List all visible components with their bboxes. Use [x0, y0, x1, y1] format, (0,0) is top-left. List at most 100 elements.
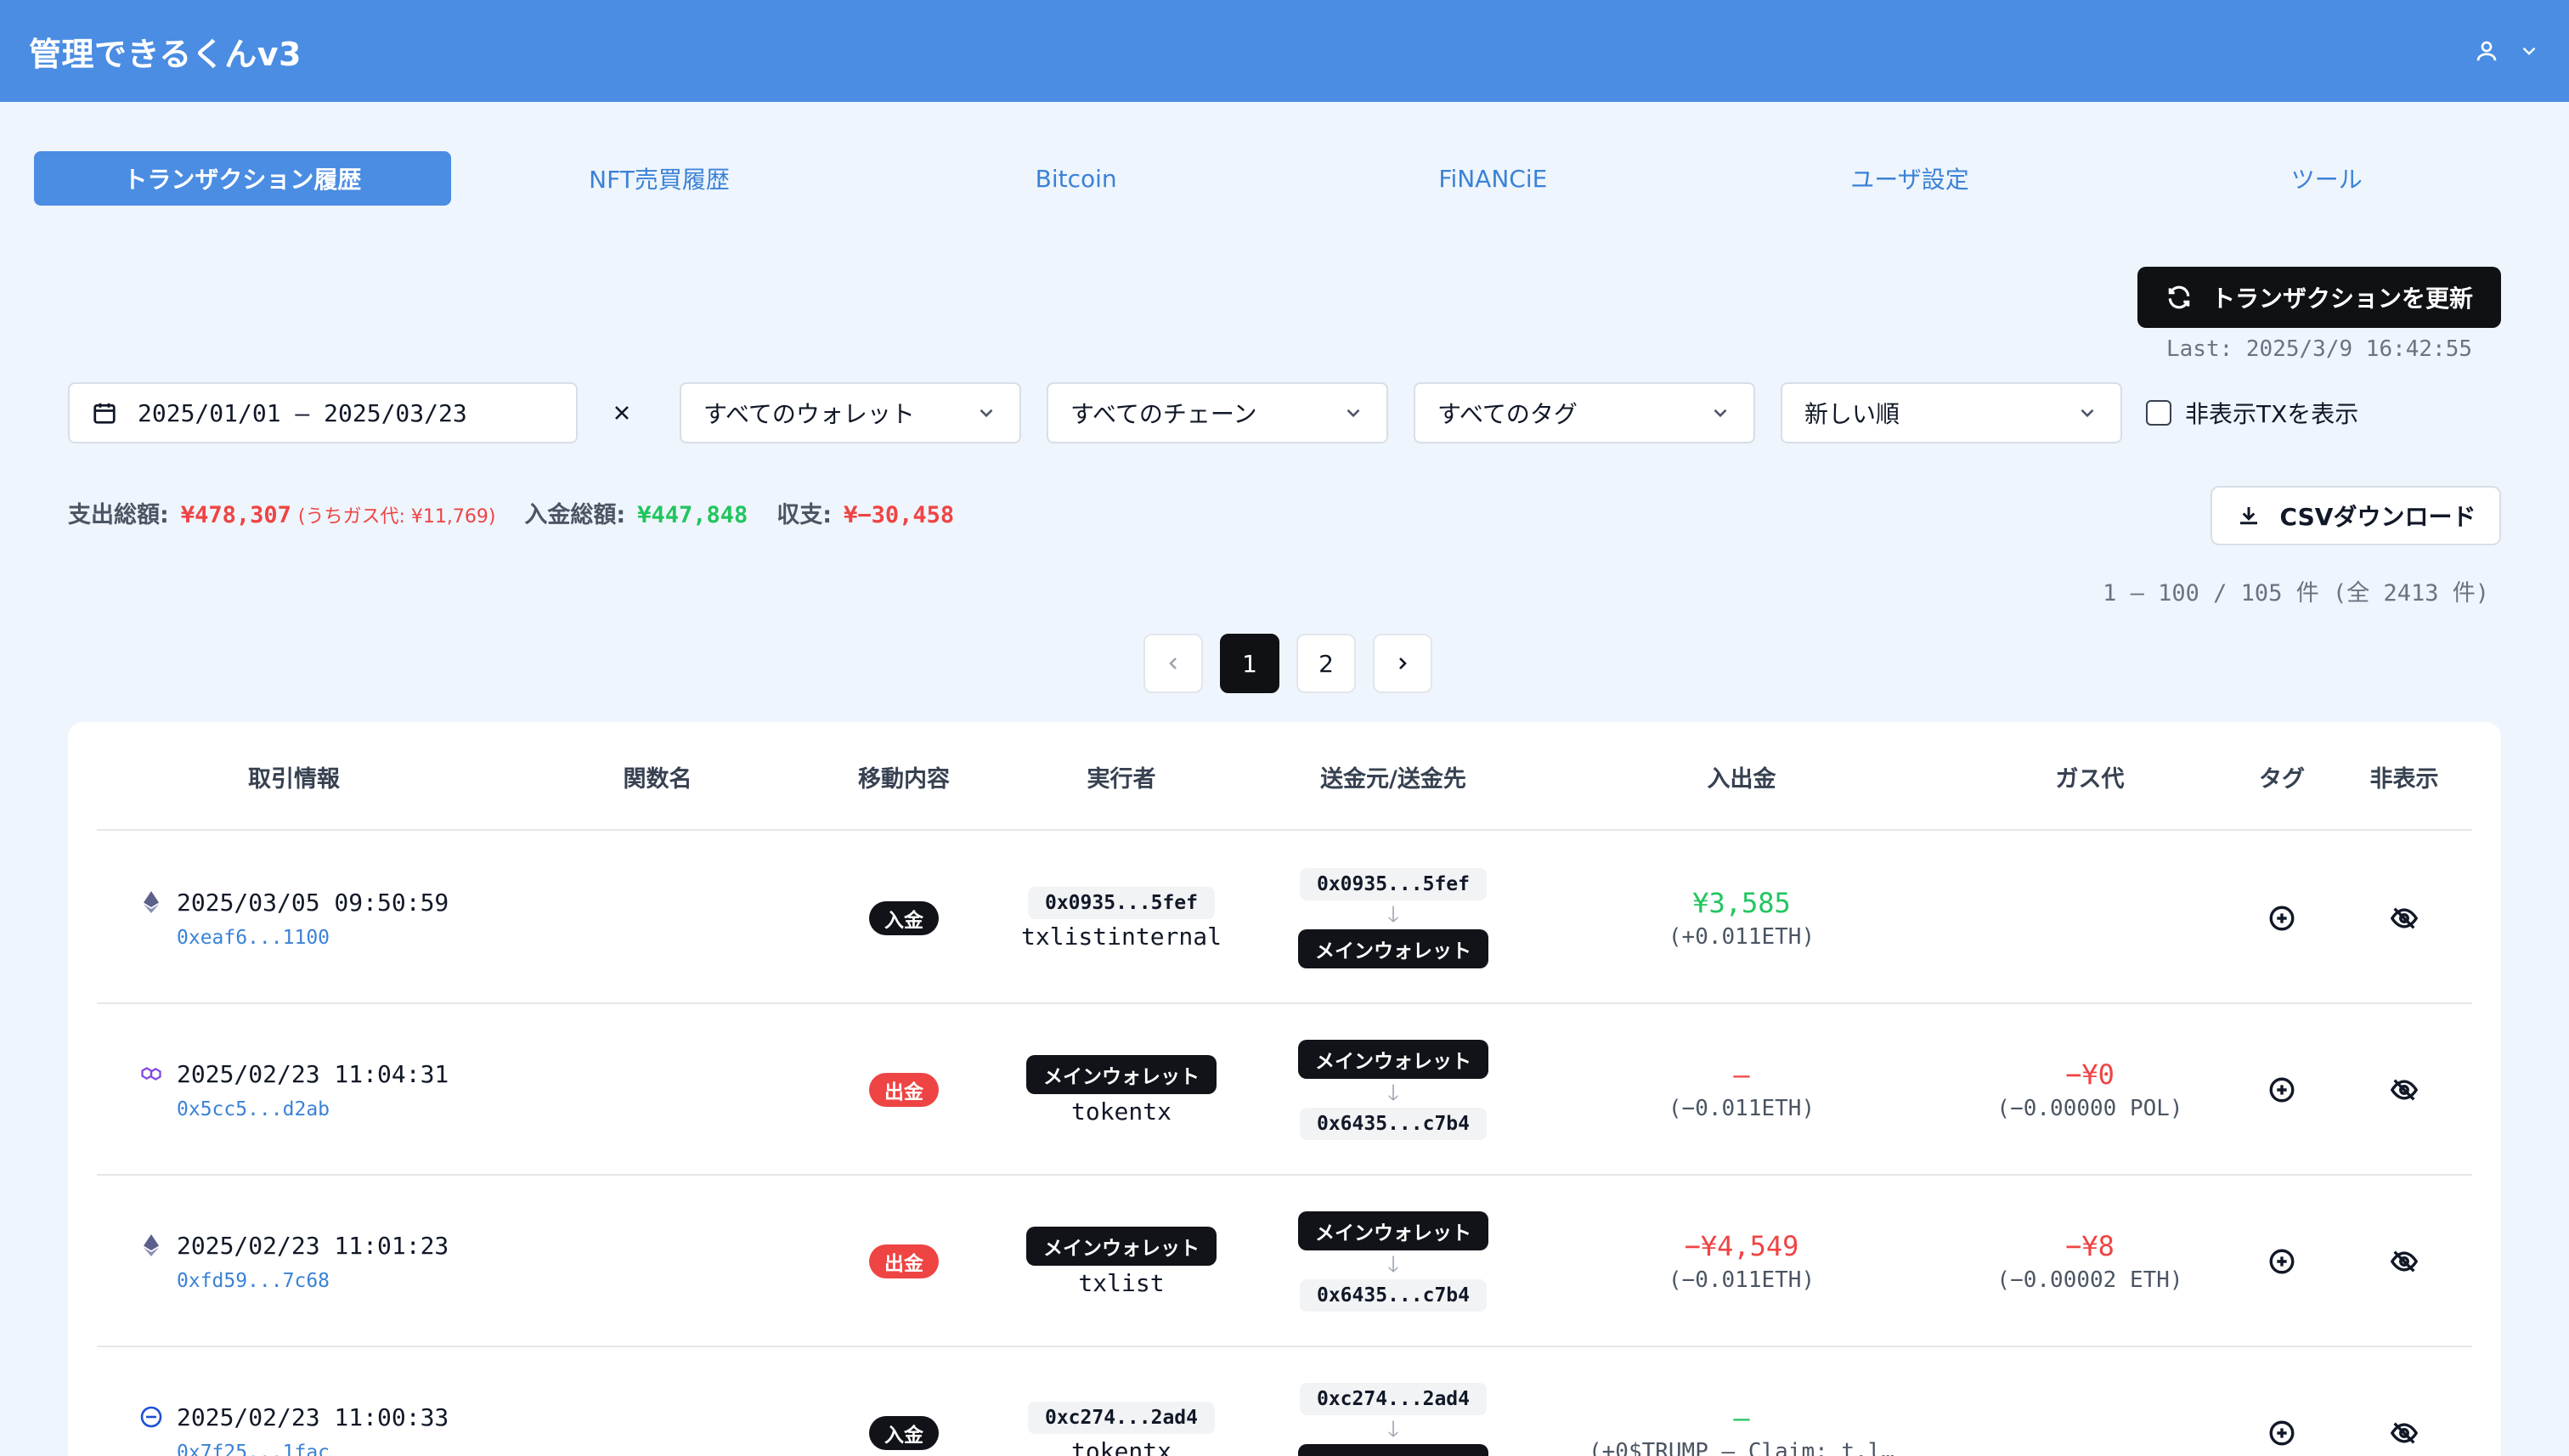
- arrow-down-icon: 🡓: [1387, 1252, 1399, 1278]
- tx-hash-link[interactable]: 0x5cc5...d2ab: [177, 1098, 330, 1120]
- eye-off-icon: [2390, 1079, 2419, 1101]
- tx-info-cell: 2025/02/23 11:01:23 0xfd59...7c68: [139, 1176, 449, 1347]
- table-header: 取引情報 関数名 移動内容 実行者 送金元/送金先 入出金 ガス代 タグ 非表示: [97, 722, 2472, 831]
- amount-detail: (−0.011ETH): [1668, 1096, 1815, 1121]
- refresh-transactions-button[interactable]: トランザクションを更新: [2137, 267, 2501, 328]
- table-row: 2025/02/23 11:01:23 0xfd59...7c68 出金 メイン…: [97, 1176, 2472, 1347]
- col-gas: ガス代: [2055, 765, 2125, 793]
- amount-value: ¥3,585: [1692, 887, 1791, 919]
- gas-value: −¥8: [2065, 1230, 2114, 1262]
- chain-select[interactable]: すべてのチェーン: [1047, 382, 1388, 443]
- from-to-cell: 0x0935...5fef 🡓 メインウォレット: [1298, 832, 1488, 1004]
- eye-off-icon: [2390, 1422, 2419, 1444]
- gas-cell: −¥8 (−0.00002 ETH): [1996, 1176, 2182, 1347]
- gas-detail: (−0.00002 ETH): [1996, 1267, 2183, 1293]
- col-from-to: 送金元/送金先: [1320, 765, 1466, 793]
- tab-financie[interactable]: FiNANCiE: [1284, 151, 1702, 206]
- add-tag-button[interactable]: [2267, 832, 2296, 1004]
- close-icon: [615, 406, 629, 420]
- method-name: tokentx: [1070, 1436, 1172, 1456]
- from-address: 0xc274...2ad4: [1299, 1383, 1487, 1415]
- date-range-picker[interactable]: 2025/01/01 – 2025/03/23: [68, 382, 578, 443]
- direction-badge: 入金: [869, 1416, 939, 1450]
- calendar-icon: [93, 403, 116, 424]
- ethereum-icon: [139, 890, 163, 914]
- amount-cell: ¥3,585 (+0.011ETH): [1668, 832, 1815, 1004]
- wallet-select[interactable]: すべてのウォレット: [680, 382, 1021, 443]
- app-title: 管理できるくんv3: [29, 35, 302, 73]
- amount-detail: (−0.011ETH): [1668, 1267, 1815, 1293]
- user-icon: [2476, 41, 2497, 61]
- tx-hash-link[interactable]: 0xeaf6...1100: [177, 927, 330, 949]
- next-page-button[interactable]: [1373, 634, 1432, 693]
- plus-circle-icon: [2269, 906, 2295, 931]
- csv-download-button[interactable]: CSVダウンロード: [2210, 486, 2501, 545]
- tab-tools[interactable]: ツール: [2118, 151, 2535, 206]
- gas-value: −¥0: [2065, 1058, 2114, 1091]
- to-address: 0x6435...c7b4: [1299, 1108, 1487, 1140]
- show-hidden-checkbox[interactable]: [2146, 400, 2171, 426]
- executor-address: 0x0935...5fef: [1027, 886, 1216, 919]
- chevron-down-icon: [1714, 409, 1727, 418]
- tab-transaction-history[interactable]: トランザクション履歴: [34, 151, 451, 206]
- date-range-value: 2025/01/01 – 2025/03/23: [138, 398, 467, 427]
- direction-badge: 出金: [869, 1073, 939, 1107]
- tx-info-cell: 2025/03/05 09:50:59 0xeaf6...1100: [139, 832, 449, 1004]
- executor-cell: メインウォレット txlist: [1026, 1176, 1217, 1347]
- download-icon: [2239, 507, 2257, 525]
- page-button-1[interactable]: 1: [1220, 634, 1279, 693]
- plus-circle-icon: [2269, 1249, 2295, 1274]
- chevron-right-icon: [1399, 657, 1407, 669]
- tx-datetime: 2025/03/05 09:50:59: [177, 888, 449, 917]
- add-tag-button[interactable]: [2267, 1176, 2296, 1347]
- tx-datetime: 2025/02/23 11:04:31: [177, 1059, 449, 1088]
- chevron-left-icon: [1169, 657, 1177, 669]
- clear-date-button[interactable]: [603, 394, 641, 432]
- sort-select[interactable]: 新しい順: [1781, 382, 2122, 443]
- show-hidden-toggle[interactable]: 非表示TXを表示: [2146, 396, 2358, 430]
- tab-bitcoin[interactable]: Bitcoin: [867, 151, 1284, 206]
- to-wallet-tag: メインウォレット: [1298, 929, 1488, 968]
- tag-select-value: すべてのタグ: [1437, 400, 1578, 428]
- method-name: txlist: [1078, 1268, 1165, 1297]
- tab-nft-trades[interactable]: NFT売買履歴: [451, 151, 868, 206]
- gas-detail: (−0.00000 POL): [1996, 1096, 2183, 1121]
- executor-address: 0xc274...2ad4: [1027, 1401, 1216, 1434]
- tag-select[interactable]: すべてのタグ: [1414, 382, 1755, 443]
- from-wallet-tag: メインウォレット: [1298, 1211, 1488, 1250]
- tx-info-cell: 2025/02/23 11:00:33 0x7f25...1fac: [139, 1347, 449, 1456]
- plus-circle-icon: [2269, 1420, 2295, 1446]
- add-tag-button[interactable]: [2267, 1004, 2296, 1176]
- prev-page-button[interactable]: [1143, 634, 1203, 693]
- plus-circle-icon: [2269, 1077, 2295, 1103]
- amount-cell: – (+0$TRUMP – Claim: t.l…: [1589, 1347, 1894, 1456]
- tx-hash-link[interactable]: 0x7f25...1fac: [177, 1442, 330, 1456]
- last-updated: Last: 2025/3/9 16:42:55: [2165, 336, 2473, 362]
- user-menu[interactable]: [2474, 38, 2540, 64]
- tab-user-settings[interactable]: ユーザ設定: [1702, 151, 2119, 206]
- page-button-2[interactable]: 2: [1296, 634, 1356, 693]
- expense-value: ¥478,307: [180, 502, 291, 528]
- tx-hash-link[interactable]: 0xfd59...7c68: [177, 1270, 330, 1292]
- hide-tx-button[interactable]: [2390, 1347, 2419, 1456]
- to-wallet-tag: メインウォレット: [1298, 1444, 1488, 1456]
- chevron-down-icon: [980, 409, 993, 418]
- eye-off-icon: [2390, 1250, 2419, 1273]
- movement-cell: 入金: [869, 1347, 939, 1456]
- direction-badge: 入金: [869, 901, 939, 935]
- method-name: txlistinternal: [1020, 922, 1222, 951]
- col-hide: 非表示: [2369, 765, 2439, 793]
- direction-badge: 出金: [869, 1244, 939, 1278]
- amount-cell: – (−0.011ETH): [1668, 1004, 1815, 1176]
- movement-cell: 出金: [869, 1004, 939, 1176]
- balance-value: ¥−30,458: [844, 502, 955, 528]
- expense-label: 支出総額:: [68, 502, 169, 528]
- hide-tx-button[interactable]: [2390, 1004, 2419, 1176]
- hide-tx-button[interactable]: [2390, 832, 2419, 1004]
- add-tag-button[interactable]: [2267, 1347, 2296, 1456]
- app-header: 管理できるくんv3: [0, 0, 2569, 102]
- executor-cell: メインウォレット tokentx: [1026, 1004, 1217, 1176]
- hide-tx-button[interactable]: [2390, 1176, 2419, 1347]
- result-range-info: 1 – 100 / 105 件 (全 2413 件): [2103, 580, 2489, 607]
- table-row: 2025/03/05 09:50:59 0xeaf6...1100 入金 0x0…: [97, 832, 2472, 1004]
